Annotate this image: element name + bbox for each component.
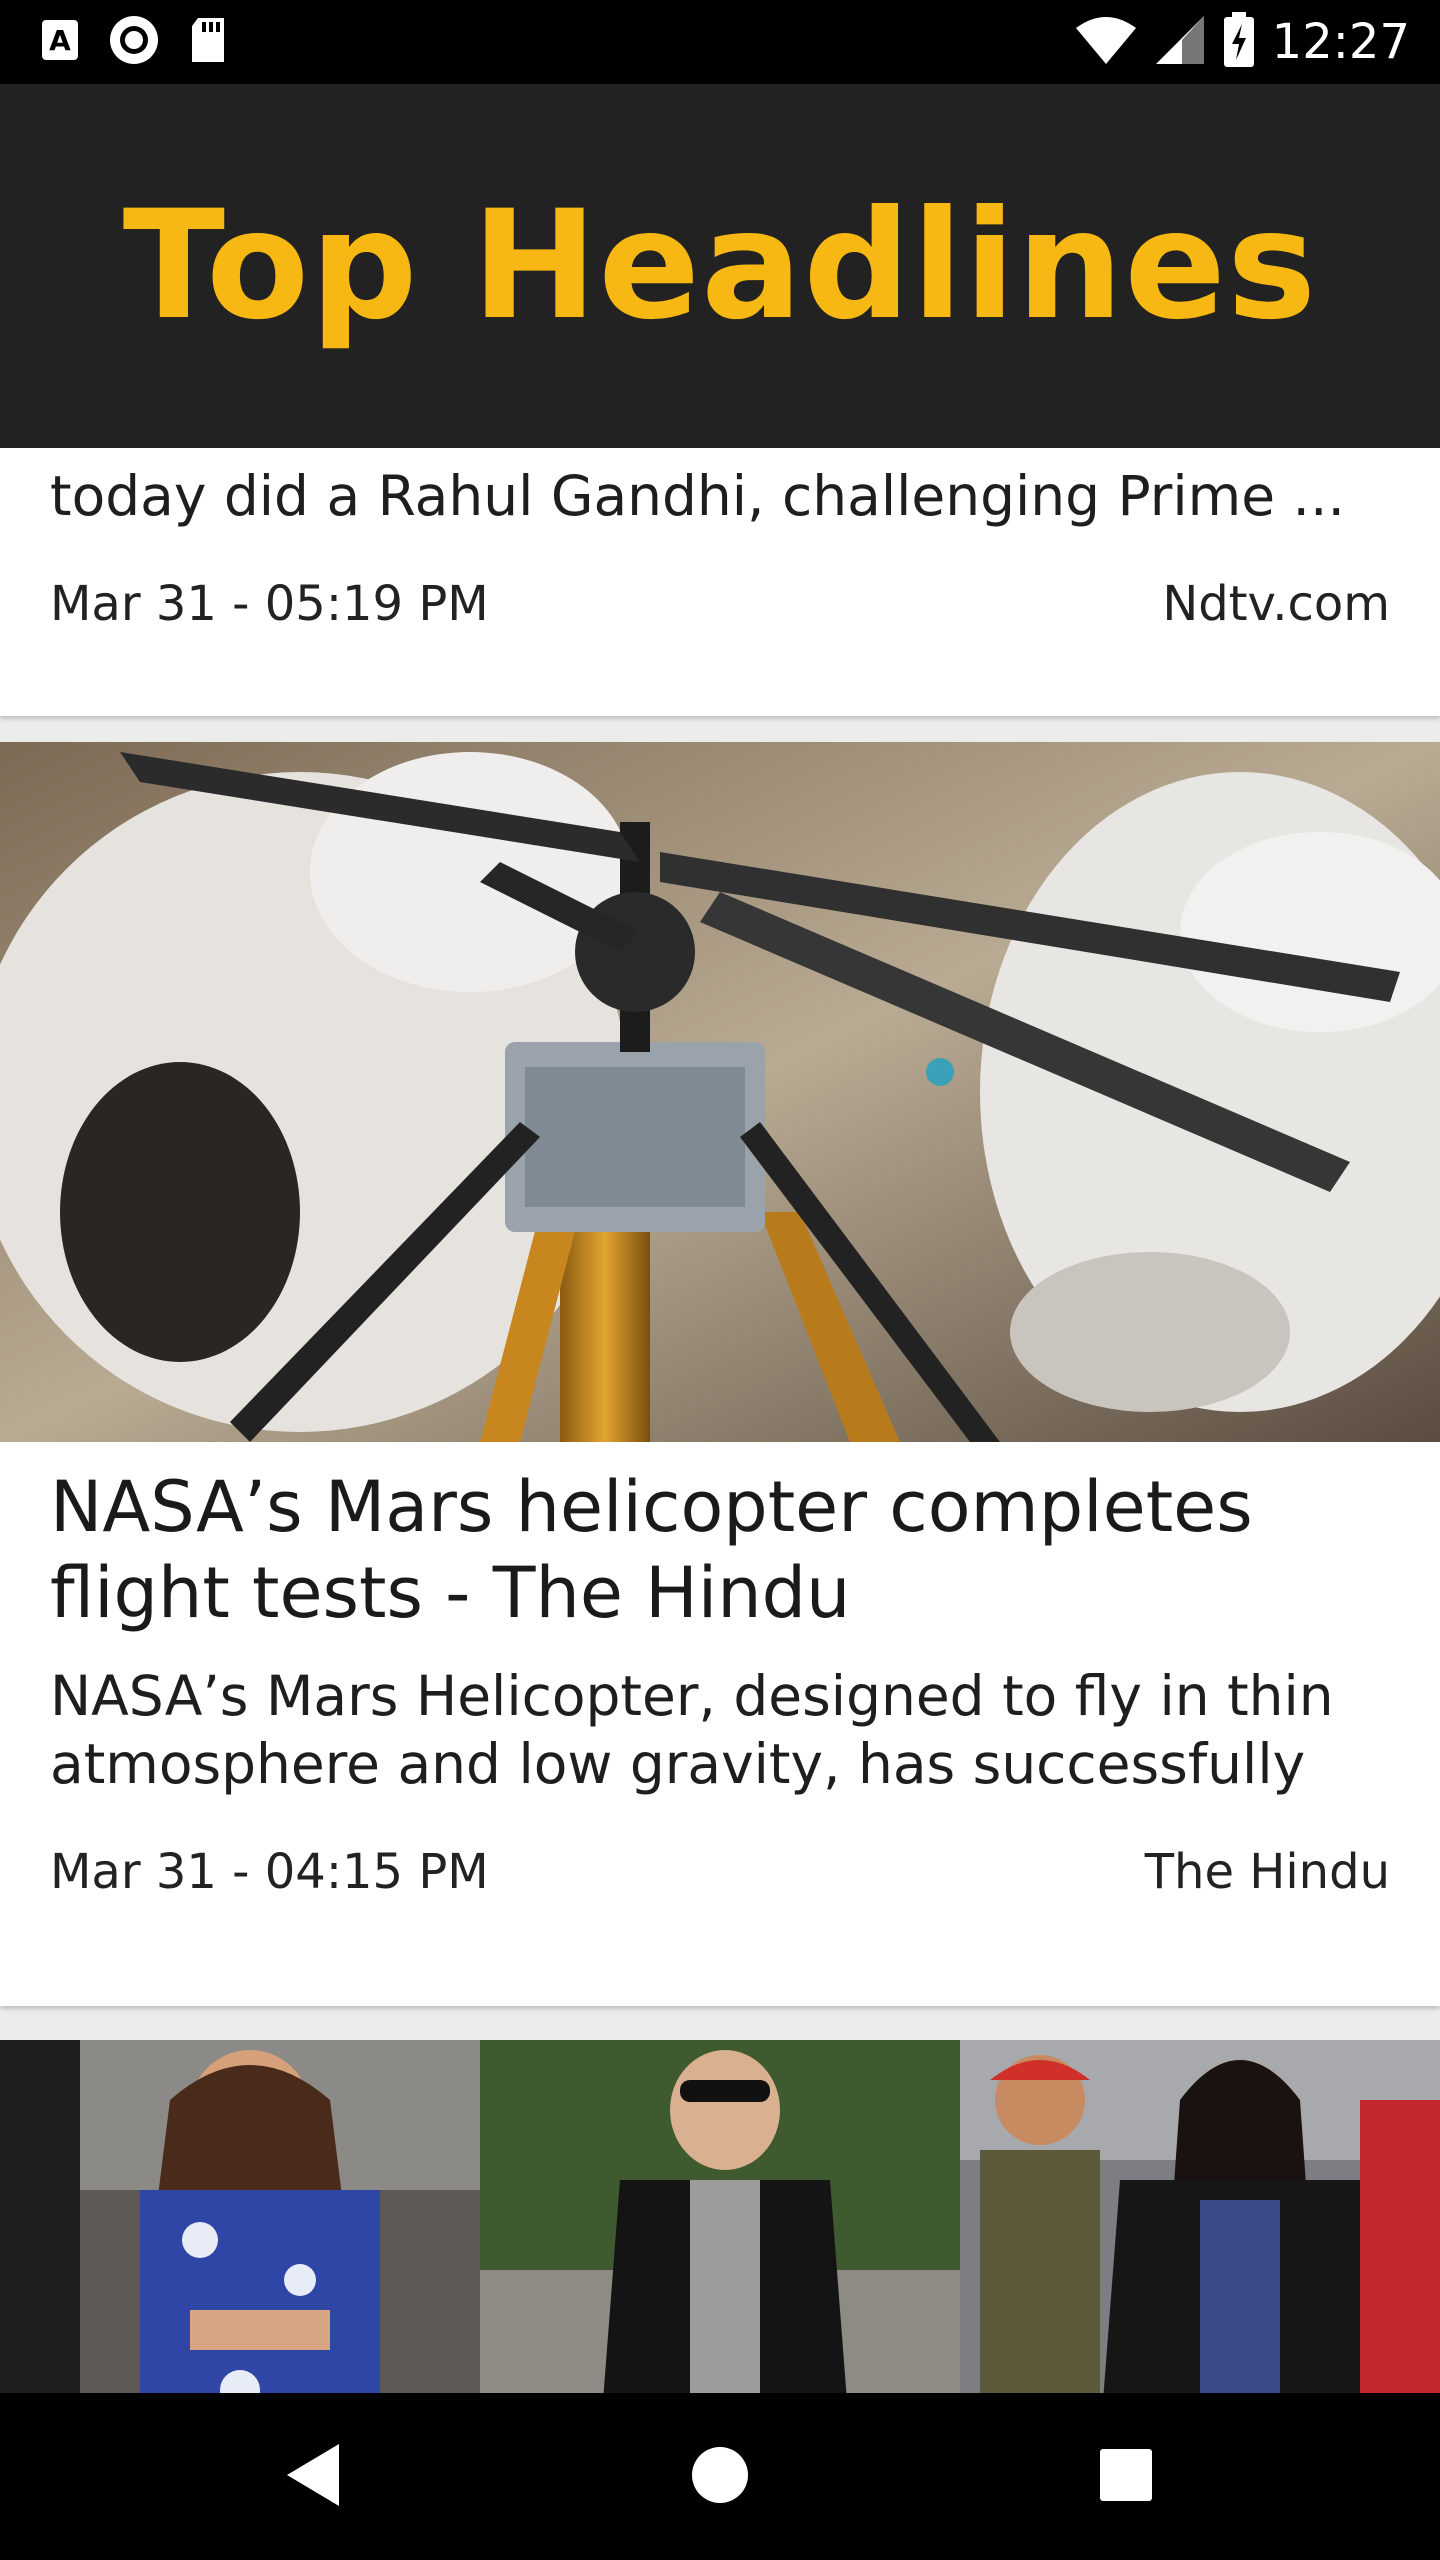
recents-button[interactable] [1026,2393,1226,2560]
article-headline[interactable]: NASA’s Mars helicopter completes flight … [50,1464,1390,1636]
home-button[interactable] [620,2393,820,2560]
article-date: Mar 31 - 05:19 PM [50,576,489,632]
sd-card-icon [188,16,228,68]
article-image[interactable] [0,2040,480,2393]
article-source: The Hindu [1144,1844,1390,1900]
navigation-bar [0,2393,1440,2560]
wifi-icon [1074,14,1138,70]
headlines-list[interactable]: today did a Rahul Gandhi, challenging Pr… [0,448,1440,2393]
battery-charging-icon [1222,12,1256,72]
article-image[interactable] [960,2040,1440,2393]
article-image[interactable] [480,2040,960,2393]
status-bar: A 12:27 [0,0,1440,84]
back-icon [283,2442,343,2512]
article-card[interactable]: today did a Rahul Gandhi, challenging Pr… [0,448,1440,716]
signal-icon [1154,14,1206,70]
svg-text:A: A [49,24,71,57]
article-description: today did a Rahul Gandhi, challenging Pr… [50,464,1345,528]
a-notification-icon: A [40,18,80,66]
home-icon [690,2445,750,2509]
article-image[interactable] [0,742,1440,1442]
article-card[interactable] [0,2040,1440,2393]
record-icon [108,14,160,70]
app-bar: Top Headlines [0,84,1440,448]
article-description: NASA’s Mars Helicopter, designed to fly … [50,1664,1334,1796]
article-source: Ndtv.com [1162,576,1390,632]
status-time: 12:27 [1271,14,1410,70]
article-card[interactable]: NASA’s Mars helicopter completes flight … [0,742,1440,2006]
back-button[interactable] [213,2393,413,2560]
page-title: Top Headlines [122,179,1318,353]
recents-icon [1098,2447,1154,2507]
article-date: Mar 31 - 04:15 PM [50,1844,489,1900]
